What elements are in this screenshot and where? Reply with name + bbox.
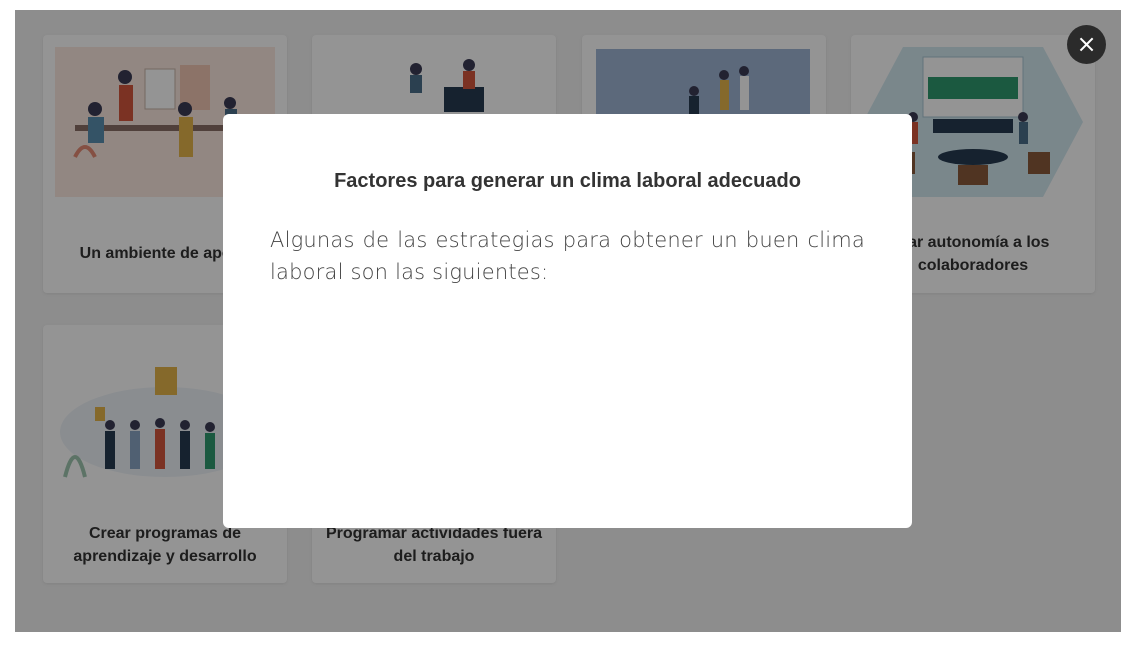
- close-icon: ×: [1076, 30, 1097, 58]
- info-modal: Factores para generar un clima laboral a…: [223, 114, 912, 528]
- modal-title: Factores para generar un clima laboral a…: [334, 170, 801, 192]
- activity-frame: Un ambiente de apoyo Dar autonomía a los…: [15, 10, 1121, 632]
- modal-body-text: Algunas de las estrategias para obtener …: [270, 228, 865, 284]
- close-button[interactable]: ×: [1067, 25, 1106, 64]
